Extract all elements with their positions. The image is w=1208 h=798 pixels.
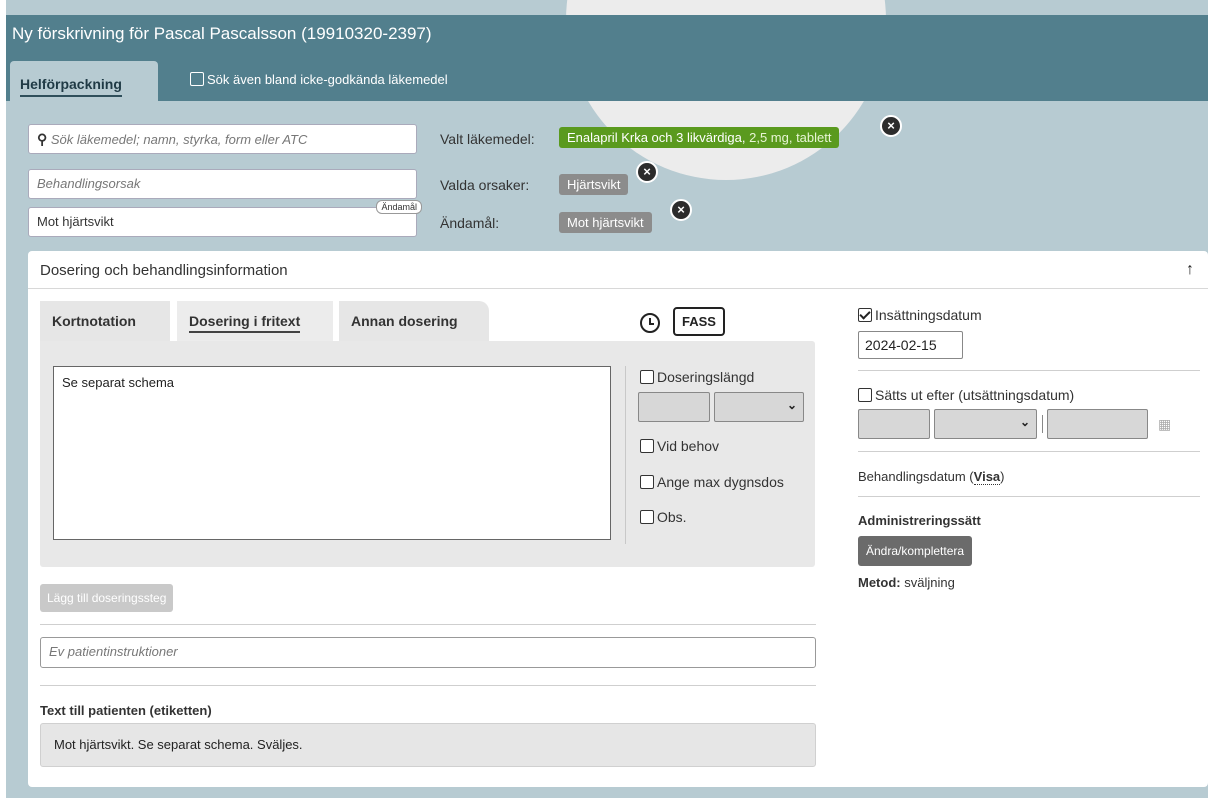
remove-drug-icon[interactable]: ×: [880, 115, 902, 137]
divider: [40, 624, 816, 625]
search-icon: ⚲: [37, 131, 48, 147]
remove-purpose-icon[interactable]: ×: [670, 199, 692, 221]
separator: [1042, 415, 1043, 433]
start-date-checkbox[interactable]: [858, 308, 872, 322]
dosing-panel-header[interactable]: Dosering och behandlingsinformation ↑: [28, 251, 1208, 289]
change-administration-button[interactable]: Ändra/komplettera: [858, 536, 973, 566]
as-needed-option[interactable]: Vid behov: [640, 438, 719, 454]
tab-annan-dosering[interactable]: Annan dosering: [339, 301, 489, 341]
dosing-panel: Dosering och behandlingsinformation ↑ Ko…: [28, 251, 1208, 787]
search-nonapproved-checkbox[interactable]: [190, 72, 204, 86]
stop-date-input[interactable]: [1047, 409, 1148, 439]
tab-kortnotation[interactable]: Kortnotation: [40, 301, 170, 341]
purpose-chip: Mot hjärtsvikt: [559, 212, 652, 233]
divider: [858, 496, 1200, 497]
duration-label: Doseringslängd: [657, 369, 755, 385]
treatment-reason-input[interactable]: Behandlingsorsak: [28, 169, 417, 199]
duration-option[interactable]: Doseringslängd: [640, 369, 754, 385]
purpose-label: Ändamål:: [440, 215, 500, 231]
start-date-option[interactable]: Insättningsdatum: [858, 307, 982, 323]
stop-date-checkbox[interactable]: [858, 388, 872, 402]
purpose-value: Mot hjärtsvikt: [37, 214, 114, 229]
start-date-input[interactable]: 2024-02-15: [858, 331, 963, 359]
patient-instructions-input[interactable]: Ev patientinstruktioner: [40, 637, 816, 668]
duration-amount-input[interactable]: [638, 392, 710, 422]
search-nonapproved-toggle[interactable]: Sök även bland icke-godkända läkemedel: [190, 72, 448, 87]
collapse-arrow-icon[interactable]: ↑: [1186, 261, 1194, 279]
start-date-label: Insättningsdatum: [875, 307, 982, 323]
divider: [858, 451, 1200, 452]
drug-search-placeholder: Sök läkemedel; namn, styrka, form eller …: [50, 132, 308, 147]
stop-date-label: Sätts ut efter (utsättningsdatum): [875, 387, 1075, 403]
calendar-icon[interactable]: ▦: [1158, 416, 1171, 433]
purpose-tag: Ändamål: [376, 200, 422, 214]
selected-reason-chip: Hjärtsvikt: [559, 174, 629, 195]
tab-dosering-fritext[interactable]: Dosering i fritext: [177, 301, 333, 341]
dosing-panel-title: Dosering och behandlingsinformation: [40, 262, 288, 279]
duration-unit-select[interactable]: ⌄: [714, 392, 804, 422]
fass-button[interactable]: FASS: [673, 307, 725, 336]
method-label: Metod:: [858, 575, 901, 590]
drug-search-input[interactable]: ⚲ Sök läkemedel; namn, styrka, form elle…: [28, 124, 417, 154]
treatment-dates: Behandlingsdatum (Visa): [858, 469, 1005, 485]
as-needed-label: Vid behov: [657, 438, 720, 454]
remove-reason-icon[interactable]: ×: [636, 161, 658, 183]
header-bar: Ny förskrivning för Pascal Pascalsson (1…: [6, 15, 1208, 101]
add-dosing-step-button[interactable]: Lägg till doseringssteg: [40, 584, 174, 612]
max-daily-checkbox[interactable]: [640, 475, 654, 489]
selected-reasons-label: Valda orsaker:: [440, 177, 530, 193]
duration-checkbox[interactable]: [640, 370, 654, 384]
divider: [625, 366, 626, 544]
stop-date-option[interactable]: Sätts ut efter (utsättningsdatum): [858, 387, 1074, 403]
method-line: Metod: sväljning: [858, 575, 955, 590]
search-nonapproved-label: Sök även bland icke-godkända läkemedel: [207, 72, 448, 87]
max-daily-option[interactable]: Ange max dygnsdos: [640, 474, 784, 490]
treatment-reason-placeholder: Behandlingsorsak: [37, 176, 141, 191]
label-title: Text till patienten (etiketten): [40, 703, 212, 718]
treatment-dates-label: Behandlingsdatum (: [858, 469, 974, 484]
administration-title: Administreringssätt: [858, 513, 981, 528]
divider: [40, 685, 816, 686]
tab-helforpackning[interactable]: Helförpackning: [10, 61, 158, 101]
page-title: Ny förskrivning för Pascal Pascalsson (1…: [12, 24, 432, 43]
tab-label: Helförpackning: [20, 76, 122, 97]
treatment-dates-close: ): [1000, 469, 1005, 484]
obs-checkbox[interactable]: [640, 510, 654, 524]
label-text: Mot hjärtsvikt. Se separat schema. Svälj…: [40, 723, 816, 767]
selected-drug-detail: 2,5 mg, tablett: [745, 130, 832, 145]
purpose-input[interactable]: Mot hjärtsvikt Ändamål: [28, 200, 422, 237]
chevron-down-icon: ⌄: [786, 398, 797, 412]
prescription-window: Ny förskrivning för Pascal Pascalsson (1…: [6, 0, 1208, 798]
as-needed-checkbox[interactable]: [640, 439, 654, 453]
obs-label: Obs.: [657, 509, 687, 525]
treatment-dates-link[interactable]: Visa: [973, 469, 1001, 485]
selected-drug-chip: Enalapril Krka och 3 likvärdiga, 2,5 mg,…: [559, 127, 840, 148]
dosing-free-text[interactable]: Se separat schema: [53, 366, 611, 540]
method-value: sväljning: [900, 575, 955, 590]
obs-option[interactable]: Obs.: [640, 509, 687, 525]
tab-dosering-fritext-label: Dosering i fritext: [189, 313, 301, 333]
selected-drug-name: Enalapril Krka och 3 likvärdiga,: [567, 130, 746, 145]
divider: [858, 370, 1200, 371]
selected-drug-label: Valt läkemedel:: [440, 131, 535, 147]
patient-instructions-placeholder: Ev patientinstruktioner: [49, 644, 178, 659]
max-daily-label: Ange max dygnsdos: [657, 474, 784, 490]
clock-icon[interactable]: [640, 313, 660, 333]
stop-unit-select[interactable]: ⌄: [934, 409, 1037, 439]
stop-amount-input[interactable]: [858, 409, 930, 439]
chevron-down-icon: ⌄: [1019, 415, 1030, 429]
dosing-body: Se separat schema Doseringslängd ⌄ Vid b…: [40, 341, 815, 567]
